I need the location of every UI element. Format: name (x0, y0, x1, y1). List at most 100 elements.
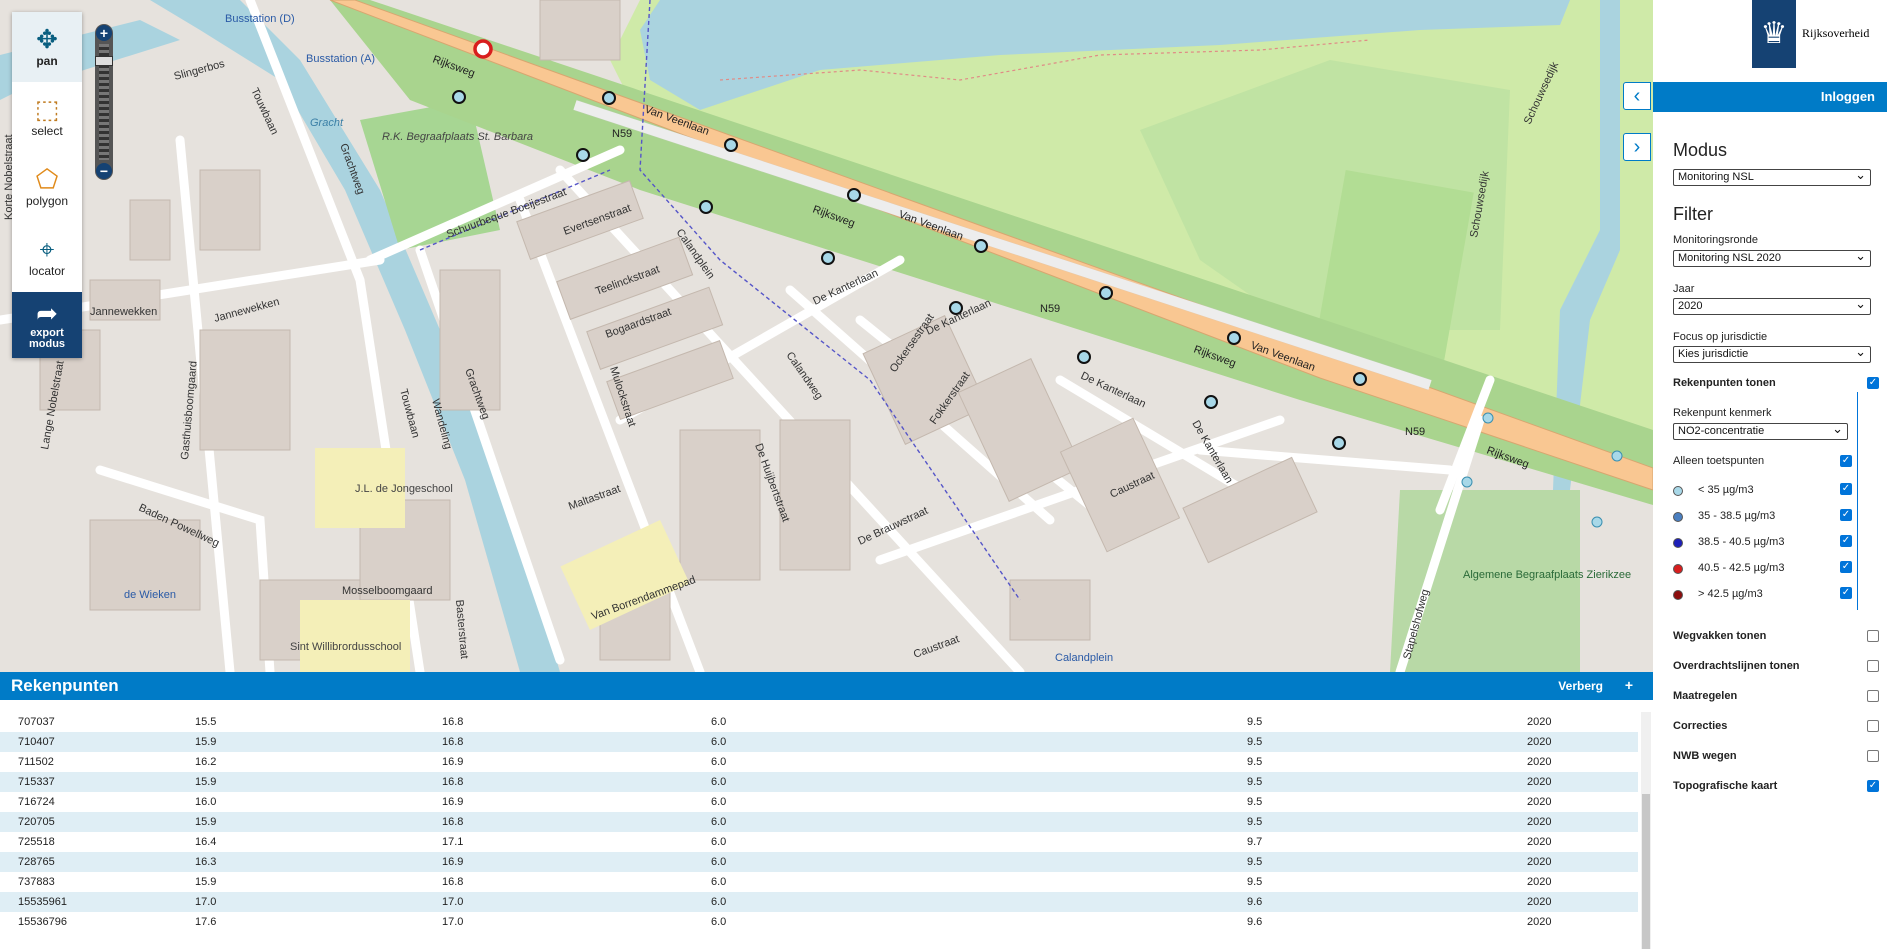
map-toolbox: ✥ pan ⬚ select ⬠ polygon ⌖ locator ➦ exp… (12, 12, 82, 358)
table-row[interactable]: 737883 15.9 16.8 6.0 9.5 2020 (0, 872, 1638, 892)
map-view[interactable]: Rijksweg Van Veenlaan Rijksweg Van Veenl… (0, 0, 1653, 672)
legend-row: > 42.5 µg/m3 ✓ (1673, 587, 1879, 605)
table-cell: 707037 (18, 716, 55, 728)
share-arrow-icon: ➦ (36, 298, 58, 328)
polygon-tool[interactable]: ⬠ polygon (12, 152, 82, 222)
panel-header: Rekenpunten Verberg + (0, 672, 1653, 700)
street-label: Mosselboomgaard (342, 585, 433, 597)
table-cell: 15.9 (195, 736, 217, 748)
scrollbar-thumb[interactable] (1642, 794, 1650, 949)
table-cell: 16.2 (195, 756, 217, 768)
table-row[interactable]: 720705 15.9 16.8 6.0 9.5 2020 (0, 812, 1638, 832)
select-icon: ⬚ (34, 94, 60, 124)
table-cell: 16.9 (442, 756, 464, 768)
expand-right-icon[interactable]: › (1623, 133, 1651, 161)
rekenpunten-tonen-row: Rekenpunten tonen ✓ (1673, 377, 1879, 395)
layer-checkbox[interactable] (1867, 690, 1879, 702)
rekenpunten-panel: Rekenpunten Verberg + 707037 15.5 16.8 6.0 9… (0, 672, 1653, 949)
pan-tool[interactable]: ✥ pan (12, 12, 82, 82)
modus-select[interactable]: Monitoring NSL (1673, 167, 1871, 186)
monitoringsronde-select[interactable]: Monitoring NSL 2020 (1673, 248, 1871, 267)
layer-checkbox[interactable] (1867, 750, 1879, 762)
legend-row: < 35 µg/m3 ✓ (1673, 483, 1879, 501)
table-row[interactable]: 15535961 17.0 17.0 6.0 9.6 2020 (0, 892, 1638, 912)
table-row[interactable]: 715337 15.9 16.8 6.0 9.5 2020 (0, 772, 1638, 792)
table-cell: 2020 (1527, 836, 1552, 848)
table-cell: 16.8 (442, 776, 464, 788)
jurisdictie-select[interactable]: Kies jurisdictie (1673, 344, 1871, 363)
table-cell: 9.5 (1247, 736, 1263, 748)
table-cell: 725518 (18, 836, 55, 848)
table-cell: 9.5 (1247, 756, 1263, 768)
table-row[interactable]: 728765 16.3 16.9 6.0 9.5 2020 (0, 852, 1638, 872)
expand-button[interactable]: + (1625, 677, 1633, 693)
zoom-slider: + − (95, 24, 113, 180)
table-row[interactable]: 15536796 17.6 17.0 6.0 9.6 2020 (0, 912, 1638, 932)
hide-button[interactable]: Verberg (1558, 679, 1603, 693)
legend-checkbox[interactable]: ✓ (1840, 483, 1852, 495)
table-cell: 737883 (18, 876, 55, 888)
login-button[interactable]: Inloggen (1821, 89, 1875, 104)
layer-label: Wegvakken tonen (1673, 630, 1767, 642)
layer-row: Maatregelen (1673, 690, 1879, 708)
alleen-toetspunten-row: Alleen toetspunten ✓ (1673, 455, 1879, 473)
legend-checkbox[interactable]: ✓ (1840, 587, 1852, 599)
table-cell: 6.0 (711, 876, 727, 888)
table-scrollbar[interactable] (1641, 712, 1651, 949)
tool-label: polygon (25, 194, 69, 208)
alleen-toetspunten-checkbox[interactable]: ✓ (1840, 455, 1852, 467)
table-row[interactable]: 707037 15.5 16.8 6.0 9.5 2020 (0, 712, 1638, 732)
table-cell: 17.0 (442, 896, 464, 908)
table-cell: 9.5 (1247, 816, 1263, 828)
table-cell: 2020 (1527, 776, 1552, 788)
table-cell: 9.6 (1247, 916, 1263, 928)
rekenpunten-tonen-checkbox[interactable]: ✓ (1867, 377, 1879, 389)
table-cell: 15535961 (18, 896, 67, 908)
layer-checkbox[interactable]: ✓ (1867, 780, 1879, 792)
table-cell: 6.0 (711, 856, 727, 868)
place-label: Busstation (A) (306, 53, 375, 65)
table-cell: 2020 (1527, 736, 1552, 748)
locator-tool[interactable]: ⌖ locator (12, 222, 82, 292)
table-cell: 710407 (18, 736, 55, 748)
layer-checkbox[interactable] (1867, 660, 1879, 672)
jaar-select[interactable]: 2020 (1673, 296, 1871, 315)
layer-checkbox[interactable] (1867, 720, 1879, 732)
layer-checkbox[interactable] (1867, 630, 1879, 642)
table-row[interactable]: 725518 16.4 17.1 6.0 9.7 2020 (0, 832, 1638, 852)
zoom-out-button[interactable]: − (96, 163, 112, 179)
table-row[interactable]: 716724 16.0 16.9 6.0 9.5 2020 (0, 792, 1638, 812)
table-cell: 16.8 (442, 876, 464, 888)
table-cell: 2020 (1527, 856, 1552, 868)
table-row[interactable]: 710407 15.9 16.8 6.0 9.5 2020 (0, 732, 1638, 752)
layer-row: Wegvakken tonen (1673, 630, 1879, 648)
legend-checkbox[interactable]: ✓ (1840, 535, 1852, 547)
legend-label: > 42.5 µg/m3 (1698, 588, 1763, 600)
crest-icon: ♛ (1752, 0, 1796, 68)
table-cell: 6.0 (711, 916, 727, 928)
kenmerk-select[interactable]: NO2-concentratie (1673, 421, 1848, 440)
select-tool[interactable]: ⬚ select (12, 82, 82, 152)
collapse-left-icon[interactable]: ‹ (1623, 82, 1651, 110)
table-cell: 6.0 (711, 776, 727, 788)
legend-checkbox[interactable]: ✓ (1840, 509, 1852, 521)
layer-row: NWB wegen (1673, 750, 1879, 768)
table-cell: 15.5 (195, 716, 217, 728)
legend-label: 35 - 38.5 µg/m3 (1698, 510, 1776, 522)
table-row[interactable]: 711502 16.2 16.9 6.0 9.5 2020 (0, 752, 1638, 772)
table-cell: 6.0 (711, 816, 727, 828)
table-cell: 2020 (1527, 896, 1552, 908)
zoom-in-button[interactable]: + (96, 25, 112, 41)
zoom-handle[interactable] (95, 56, 113, 66)
legend-label: < 35 µg/m3 (1698, 484, 1754, 496)
layer-row: Topografische kaart ✓ (1673, 780, 1879, 798)
crosshair-icon: ⌖ (39, 234, 55, 264)
table-cell: 6.0 (711, 896, 727, 908)
table-cell: 9.7 (1247, 836, 1263, 848)
map-canvas[interactable]: Rijksweg Van Veenlaan Rijksweg Van Veenl… (0, 0, 1653, 672)
modus-title: Modus (1673, 140, 1728, 160)
export-modus-button[interactable]: ➦ export modus (12, 292, 82, 358)
table-cell: 2020 (1527, 716, 1552, 728)
table-cell: 9.5 (1247, 856, 1263, 868)
legend-checkbox[interactable]: ✓ (1840, 561, 1852, 573)
